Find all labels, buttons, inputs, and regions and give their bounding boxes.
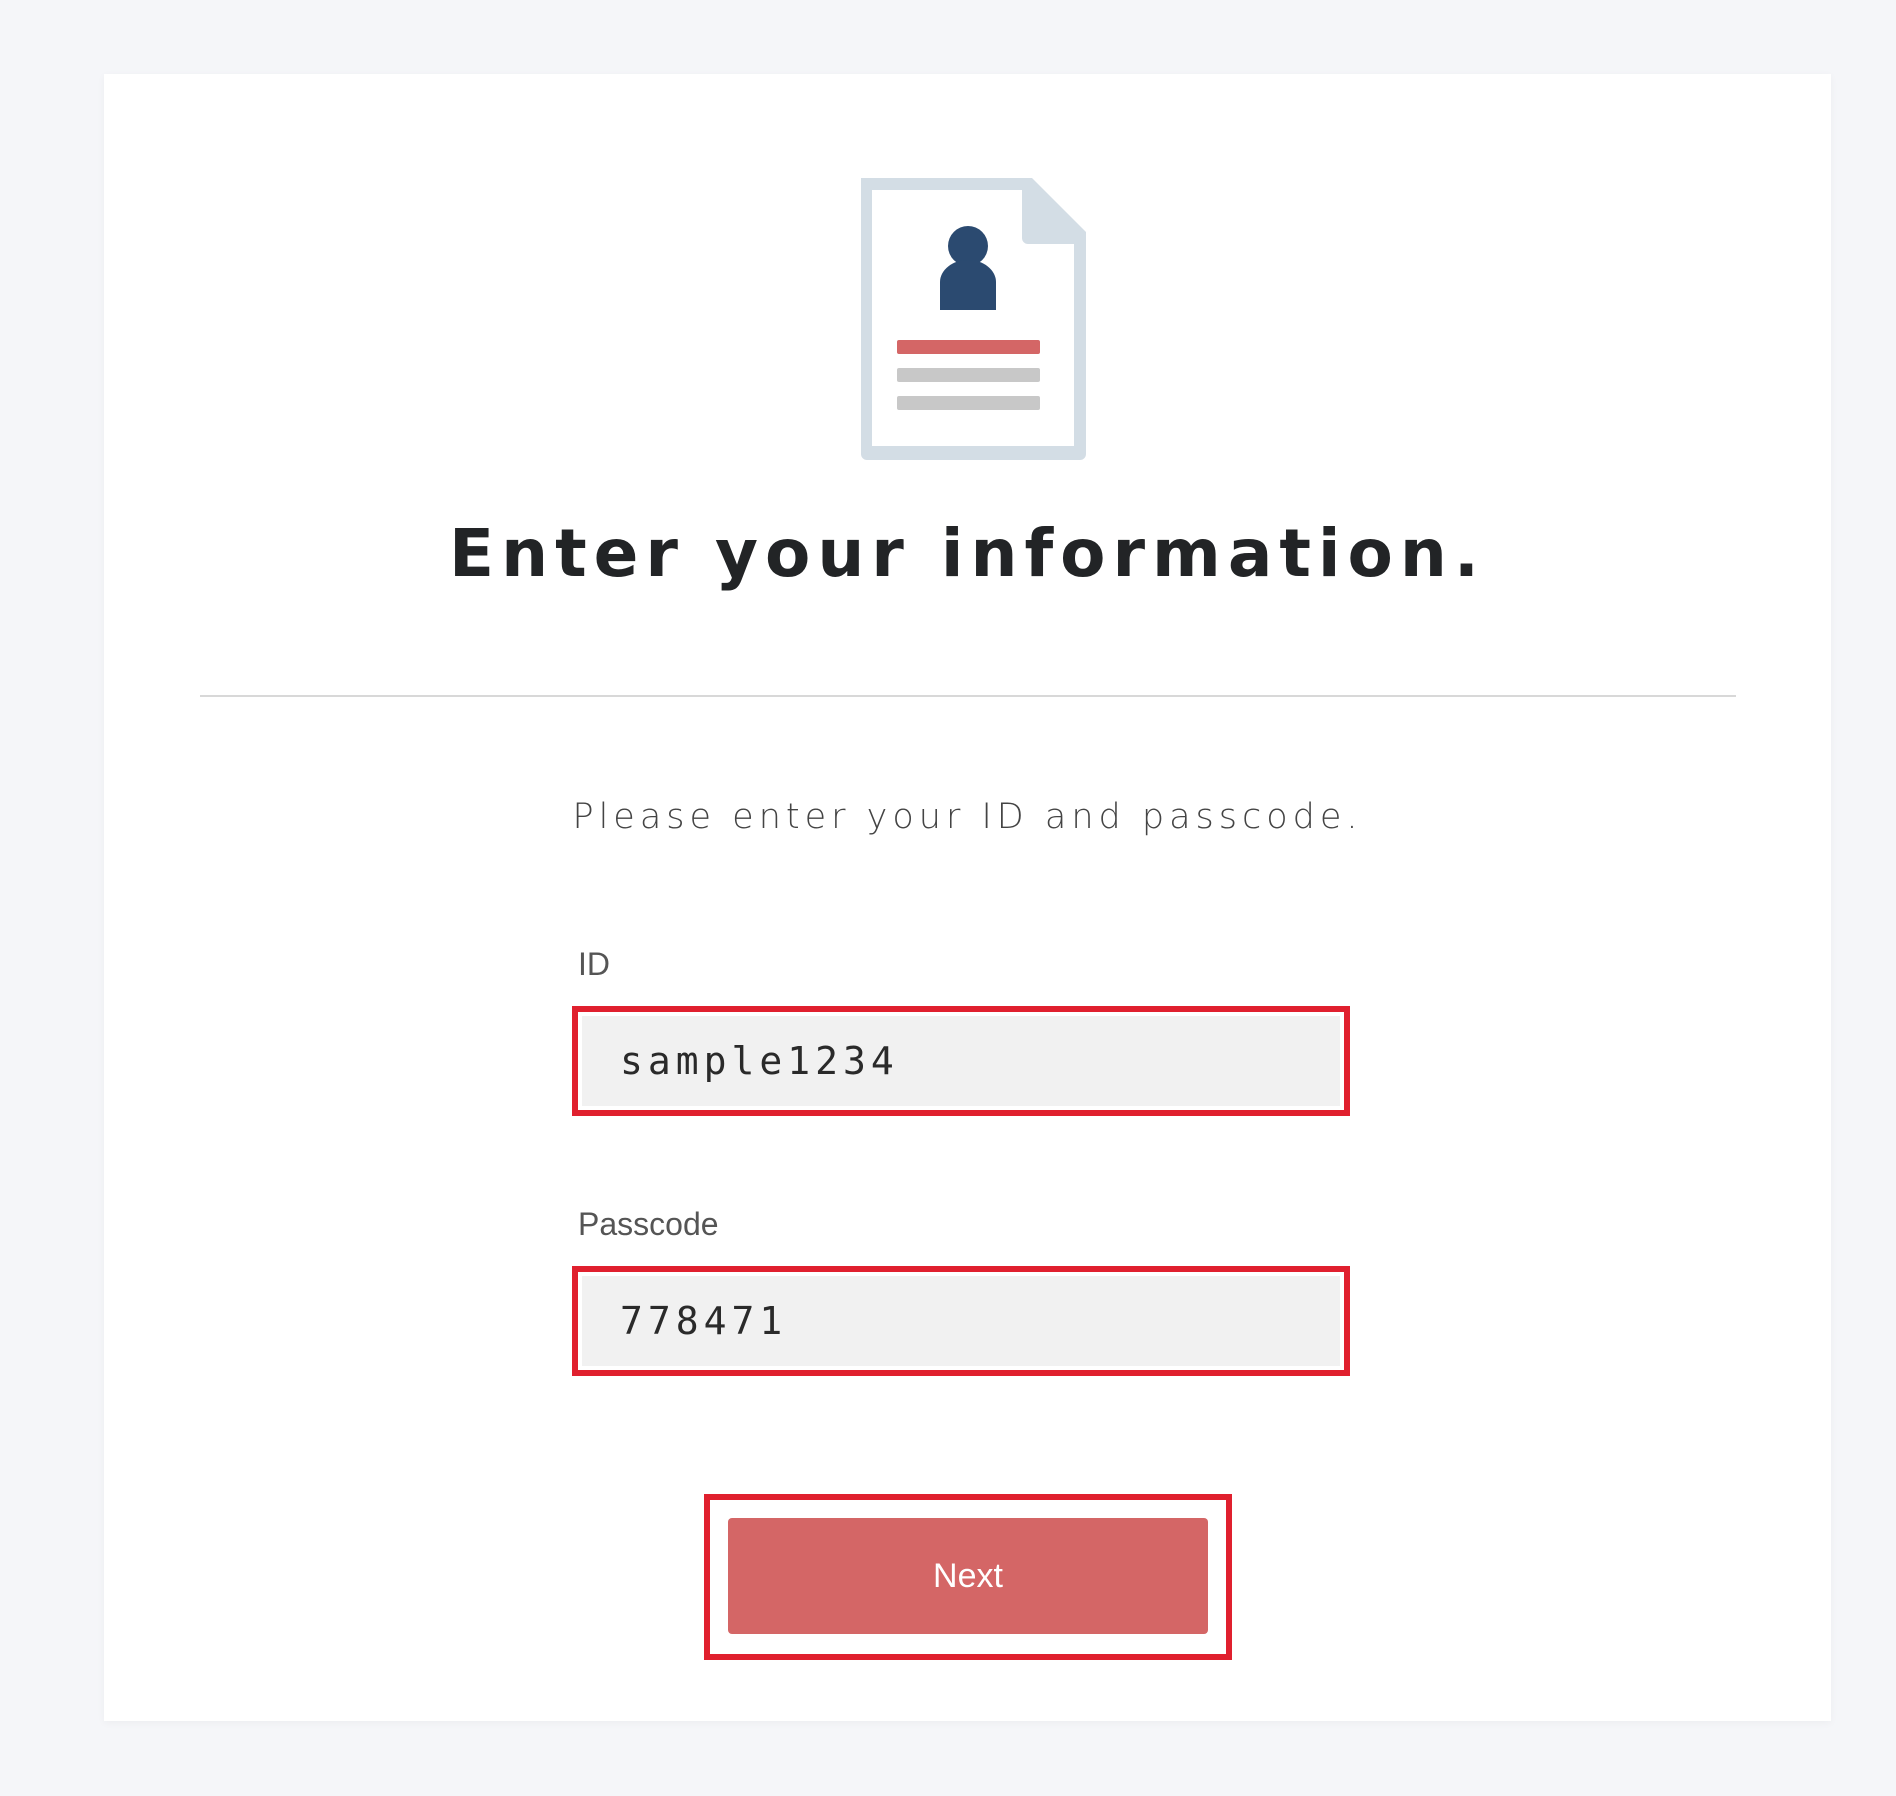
- passcode-label: Passcode: [578, 1206, 719, 1242]
- passcode-field-highlight: [572, 1266, 1350, 1376]
- passcode-input[interactable]: [582, 1276, 1340, 1366]
- id-field-highlight: [572, 1006, 1350, 1116]
- divider: [200, 695, 1736, 697]
- instructions-text: Please enter your ID and passcode.: [572, 797, 1363, 837]
- next-button-highlight: Next: [704, 1494, 1232, 1660]
- id-label: ID: [578, 946, 610, 982]
- id-input[interactable]: [582, 1016, 1340, 1106]
- form-card: Enter your information. Please enter you…: [104, 74, 1831, 1721]
- next-button[interactable]: Next: [728, 1518, 1208, 1634]
- document-user-icon: [852, 174, 1092, 464]
- page-title: Enter your information.: [449, 515, 1486, 592]
